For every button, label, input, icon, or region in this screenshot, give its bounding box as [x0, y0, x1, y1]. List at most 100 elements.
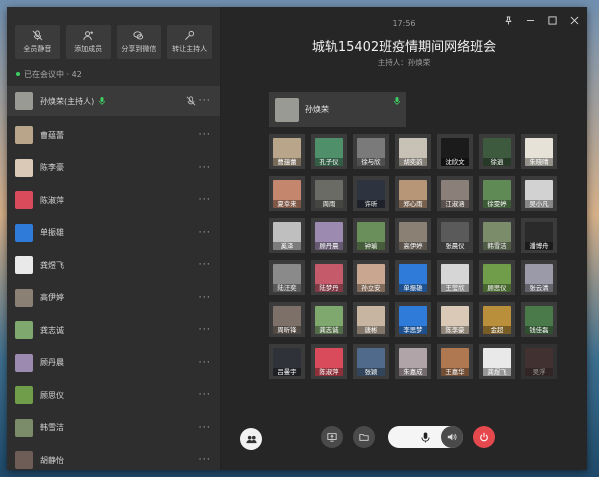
speaker-button[interactable] — [441, 426, 463, 448]
participant-tile[interactable]: 徐雯婷 — [479, 176, 515, 211]
avatar: 龚煜飞 — [483, 347, 511, 376]
participant-tile[interactable]: 朱嘉成 — [395, 344, 431, 379]
participant-tile[interactable]: 陈李豪 — [437, 302, 473, 337]
transfer-host-label: 转让主持人 — [172, 45, 208, 53]
participant-tile[interactable]: 陈淑萍 — [311, 344, 347, 379]
more-options-icon[interactable]: ··· — [198, 96, 211, 107]
participant-tile[interactable]: 顾思仪 — [479, 260, 515, 295]
more-options-icon[interactable]: ··· — [198, 130, 211, 141]
avatar: 徐逍 — [483, 137, 511, 166]
more-options-icon[interactable]: ··· — [198, 292, 211, 303]
participant-tile[interactable]: 江淑涵 — [437, 176, 473, 211]
participant-tile[interactable]: 徐逍 — [479, 134, 515, 169]
host-video-card[interactable]: 孙焕荣 — [269, 92, 406, 127]
more-options-icon[interactable]: ··· — [198, 390, 211, 401]
participant-tile[interactable]: 周昕锋 — [269, 302, 305, 337]
member-name: 高伊婷 — [40, 293, 64, 303]
participant-name: 吴浮 — [525, 367, 553, 376]
member-sidebar: 全员静音 添加成员 分享到微信 转让主持人 已在会议中 · 42 孙焕荣(主持人… — [7, 7, 221, 470]
participant-tile[interactable]: 曹蕴蕾 — [269, 134, 305, 169]
participant-tile[interactable]: 钱佳磊 — [521, 302, 557, 337]
member-row[interactable]: 龚煜飞 ··· — [7, 249, 220, 282]
leave-meeting-button[interactable] — [473, 426, 495, 448]
participant-tile[interactable]: 韩雪洁 — [479, 218, 515, 253]
avatar — [15, 92, 33, 110]
maximize-icon[interactable] — [547, 15, 557, 25]
member-row[interactable]: 高伊婷 ··· — [7, 282, 220, 315]
member-row[interactable]: 曹蕴蕾 ··· — [7, 119, 220, 152]
member-row[interactable]: 顾思仪 ··· — [7, 379, 220, 412]
participant-tile[interactable]: 陆梦丹 — [311, 260, 347, 295]
transfer-host-button[interactable]: 转让主持人 — [167, 25, 212, 59]
mic-active-icon — [394, 97, 400, 105]
avatar — [15, 386, 33, 405]
participant-tile[interactable]: 胡奕韵 — [395, 134, 431, 169]
file-button[interactable] — [353, 426, 375, 448]
member-row-host[interactable]: 孙焕荣(主持人) ··· — [7, 86, 220, 116]
participant-tile[interactable]: 郑心雨 — [395, 176, 431, 211]
participant-tile[interactable]: 朱晓晴 — [521, 134, 557, 169]
participant-tile[interactable]: 李思梦 — [395, 302, 431, 337]
avatar — [15, 353, 33, 372]
more-options-icon[interactable]: ··· — [198, 260, 211, 271]
participant-tile[interactable]: 单振雄 — [395, 260, 431, 295]
mic-mute-icon[interactable] — [186, 96, 196, 106]
member-row[interactable]: 陈淑萍 ··· — [7, 184, 220, 217]
participant-tile[interactable]: 吕曼宇 — [269, 344, 305, 379]
participant-tile[interactable]: 周雨 — [311, 176, 347, 211]
participant-tile[interactable]: 张晨仪 — [437, 218, 473, 253]
participant-tile[interactable]: 徐与欣 — [353, 134, 389, 169]
participant-tile[interactable]: 吴浮 — [521, 344, 557, 379]
more-options-icon[interactable]: ··· — [198, 195, 211, 206]
close-icon[interactable] — [569, 15, 579, 25]
participant-name: 张晨仪 — [441, 241, 469, 250]
more-options-icon[interactable]: ··· — [198, 422, 211, 433]
participant-tile[interactable]: 奚泽 — [269, 218, 305, 253]
participant-tile[interactable]: 张颖 — [353, 344, 389, 379]
participant-tile[interactable]: 高伊婷 — [395, 218, 431, 253]
participant-tile[interactable]: 王莹欣 — [437, 260, 473, 295]
participant-tile[interactable]: 龚煜飞 — [479, 344, 515, 379]
more-options-icon[interactable]: ··· — [198, 227, 211, 238]
mute-all-button[interactable]: 全员静音 — [15, 25, 60, 59]
participant-tile[interactable]: 王嘉华 — [437, 344, 473, 379]
avatar: 沈欣文 — [441, 137, 469, 166]
participant-tile[interactable]: 孙立安 — [353, 260, 389, 295]
share-wechat-button[interactable]: 分享到微信 — [116, 25, 162, 59]
avatar: 朱嘉成 — [399, 347, 427, 376]
more-options-icon[interactable]: ··· — [198, 325, 211, 336]
add-member-button[interactable]: 添加成员 — [65, 25, 111, 59]
participant-tile[interactable]: 沈欣文 — [437, 134, 473, 169]
avatar: 周昕锋 — [273, 305, 301, 334]
participant-tile[interactable]: 陆汪奕 — [269, 260, 305, 295]
participant-tile[interactable]: 夏幸来 — [269, 176, 305, 211]
avatar: 曹蕴蕾 — [273, 137, 301, 166]
member-row[interactable]: 顾丹晨 ··· — [7, 347, 220, 380]
participant-tile[interactable]: 潘博舟 — [521, 218, 557, 253]
screen-share-button[interactable] — [321, 426, 343, 448]
more-options-icon[interactable]: ··· — [198, 162, 211, 173]
member-row[interactable]: 胡静怡 ··· — [7, 444, 220, 470]
participant-tile[interactable]: 孔子仪 — [311, 134, 347, 169]
more-options-icon[interactable]: ··· — [198, 357, 211, 368]
avatar — [15, 223, 33, 242]
participant-tile[interactable]: 张云清 — [521, 260, 557, 295]
member-row[interactable]: 韩雪洁 ··· — [7, 412, 220, 445]
participant-tile[interactable]: 金超 — [479, 302, 515, 337]
member-row[interactable]: 陈李豪 ··· — [7, 152, 220, 185]
participant-tile[interactable]: 龚志诚 — [311, 302, 347, 337]
minimize-icon[interactable] — [525, 15, 535, 25]
pin-icon[interactable] — [503, 15, 513, 25]
participant-tile[interactable]: 钟瑜 — [353, 218, 389, 253]
participant-tile[interactable]: 许昕 — [353, 176, 389, 211]
participant-tile[interactable]: 顾丹晨 — [311, 218, 347, 253]
member-row[interactable]: 单振雄 ··· — [7, 217, 220, 250]
participant-tile[interactable]: 吴小凡 — [521, 176, 557, 211]
participant-tile[interactable]: 唐彬 — [353, 302, 389, 337]
member-row[interactable]: 龚志诚 ··· — [7, 314, 220, 347]
participant-name: 许昕 — [357, 199, 385, 208]
more-options-icon[interactable]: ··· — [198, 455, 211, 466]
avatar: 夏幸来 — [273, 179, 301, 208]
participant-name: 徐雯婷 — [483, 199, 511, 208]
avatar: 钟瑜 — [357, 221, 385, 250]
